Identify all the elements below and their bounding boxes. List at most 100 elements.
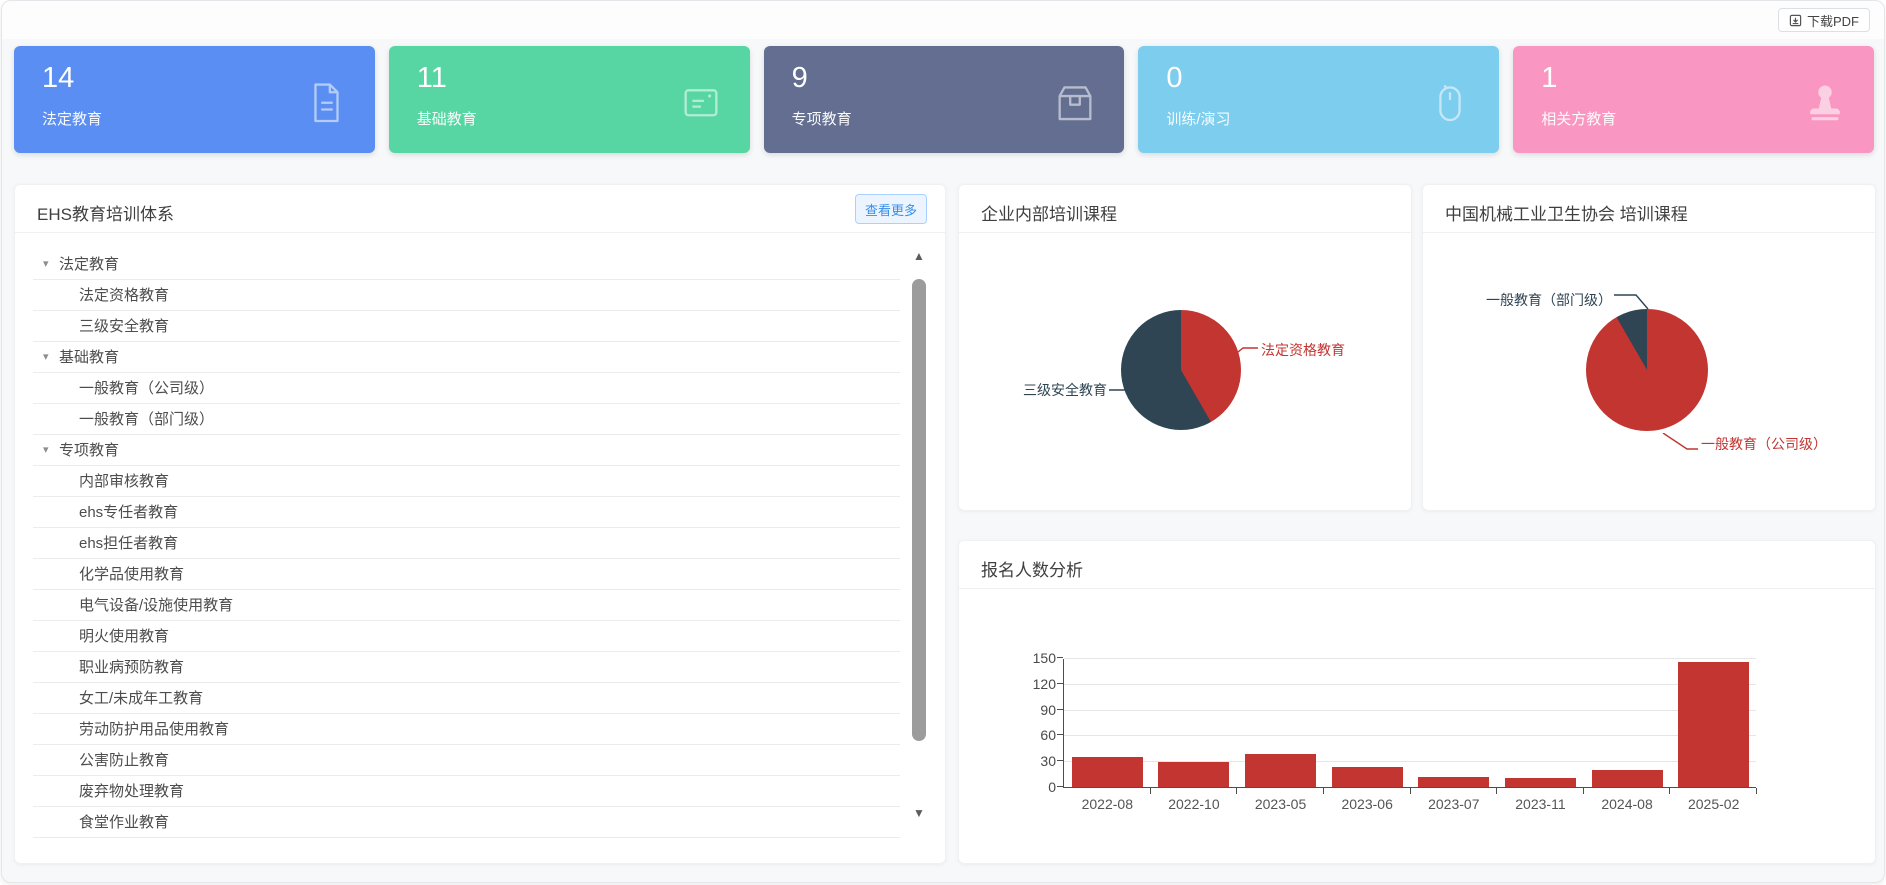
stat-value: 14: [42, 62, 74, 95]
bar-2023-11[interactable]: [1505, 778, 1576, 787]
stat-value: 9: [792, 62, 808, 95]
stat-card-related-party-education[interactable]: 1 相关方教育: [1513, 46, 1874, 153]
message-icon: [678, 79, 724, 125]
pie0-title: 企业内部培训课程: [981, 200, 1117, 225]
pie-chart-internal-training[interactable]: [1121, 310, 1241, 430]
download-pdf-button[interactable]: 下载PDF: [1778, 8, 1870, 32]
tree-item[interactable]: 明火使用教育: [33, 621, 900, 652]
tree-item-label: 职业病预防教育: [79, 659, 184, 676]
tree-item-label: 劳动防护用品使用教育: [79, 721, 229, 738]
tree-item[interactable]: ▾ 基础教育: [33, 342, 900, 373]
tree-item[interactable]: 一般教育（公司级）: [33, 373, 900, 404]
tree-item-label: 法定教育: [59, 256, 119, 273]
enrollment-bar-chart: 03060901201502022-082022-102023-052023-0…: [1063, 659, 1756, 788]
tree-item[interactable]: 化学品使用教育: [33, 559, 900, 590]
ehs-dashboard: 下载PDF 14 法定教育 11 基础教育 9 专项教育 0 训练/演习: [1, 0, 1885, 883]
view-more-button[interactable]: 查看更多: [855, 194, 927, 224]
y-axis-tick-label: 0: [1022, 779, 1056, 795]
pie1-header: 中国机械工业卫生协会 培训课程: [1423, 185, 1875, 233]
tree-item-label: 电气设备/设施使用教育: [79, 597, 233, 614]
tree-item-label: 女工/未成年工教育: [79, 690, 203, 707]
scrollbar-thumb[interactable]: [912, 279, 926, 741]
stat-label: 专项教育: [792, 108, 852, 129]
x-axis-tick-label: 2022-10: [1151, 796, 1238, 812]
tree-item[interactable]: 女工/未成年工教育: [33, 683, 900, 714]
tree-item[interactable]: ehs担任者教育: [33, 528, 900, 559]
tree-item[interactable]: ▾ 法定教育: [33, 249, 900, 280]
pie-label-yiban-bumen: 一般教育（部门级）: [1486, 289, 1650, 311]
tree-item-label: 食堂作业教育: [79, 814, 169, 831]
bar-2022-08[interactable]: [1072, 757, 1143, 787]
tree-item-label: ehs专任者教育: [79, 504, 178, 521]
tree-item-label: 内部审核教育: [79, 473, 169, 490]
y-axis-tick-label: 150: [1022, 650, 1056, 666]
tree-item-label: 一般教育（部门级）: [79, 411, 214, 428]
scroll-down-icon[interactable]: ▼: [911, 806, 927, 820]
stat-card-basic-education[interactable]: 11 基础教育: [389, 46, 750, 153]
tree-item-label: 法定资格教育: [79, 287, 169, 304]
stat-card-special-education[interactable]: 9 专项教育: [764, 46, 1125, 153]
tree-item[interactable]: ehs专任者教育: [33, 497, 900, 528]
stat-card-legal-education[interactable]: 14 法定教育: [14, 46, 375, 153]
tree-item[interactable]: 劳动防护用品使用教育: [33, 714, 900, 745]
bar-2023-05[interactable]: [1245, 754, 1316, 787]
x-axis-tick-label: 2022-08: [1064, 796, 1151, 812]
download-pdf-label: 下载PDF: [1807, 11, 1859, 30]
tree-scrollbar[interactable]: ▲ ▼: [909, 247, 929, 838]
pie-label-sanji-anquan: 三级安全教育: [1023, 380, 1133, 400]
pie-label-yiban-gongsi: 一般教育（公司级）: [1661, 433, 1827, 455]
caret-down-icon[interactable]: ▾: [43, 249, 49, 280]
tree-item-label: 一般教育（公司级）: [79, 380, 214, 397]
caret-down-icon[interactable]: ▾: [43, 342, 49, 373]
tree-item-label: 废弃物处理教育: [79, 783, 184, 800]
association-training-pie-panel: 中国机械工业卫生协会 培训课程 一般教育（部门级） 一般教育（公司级）: [1422, 184, 1876, 511]
tree-item-label: 基础教育: [59, 349, 119, 366]
tree-item-label: ehs担任者教育: [79, 535, 178, 552]
stat-label: 法定教育: [42, 108, 102, 129]
tree-item[interactable]: 一般教育（部门级）: [33, 404, 900, 435]
bar-2022-10[interactable]: [1158, 762, 1229, 787]
tree-item[interactable]: ▾ 专项教育: [33, 435, 900, 466]
tree-panel-header: EHS教育培训体系 查看更多: [15, 185, 945, 233]
stat-label: 相关方教育: [1541, 108, 1616, 129]
internal-training-pie-panel: 企业内部培训课程 三级安全教育 法定资格教育: [958, 184, 1412, 511]
x-axis-tick-label: 2023-06: [1324, 796, 1411, 812]
pie0-chart-area: 三级安全教育 法定资格教育: [959, 233, 1411, 510]
tree-item[interactable]: 食堂作业教育: [33, 807, 900, 838]
package-icon: [1052, 79, 1098, 125]
x-axis-tick-label: 2023-11: [1497, 796, 1584, 812]
document-icon: [303, 79, 349, 125]
scroll-up-icon[interactable]: ▲: [911, 249, 927, 263]
y-axis-tick-label: 30: [1022, 753, 1056, 769]
x-axis-tick-label: 2024-08: [1584, 796, 1671, 812]
bar-2025-02[interactable]: [1678, 662, 1749, 787]
tree-item[interactable]: 电气设备/设施使用教育: [33, 590, 900, 621]
download-icon: [1789, 14, 1802, 27]
x-axis-tick-label: 2025-02: [1670, 796, 1757, 812]
stat-value: 0: [1166, 62, 1182, 95]
pie-chart-association-training[interactable]: [1586, 309, 1708, 431]
tree-item[interactable]: 内部审核教育: [33, 466, 900, 497]
tree-panel-title: EHS教育培训体系: [37, 200, 174, 225]
tree-item[interactable]: 职业病预防教育: [33, 652, 900, 683]
x-axis-tick-label: 2023-05: [1237, 796, 1324, 812]
tree-item-label: 公害防止教育: [79, 752, 169, 769]
stat-label: 基础教育: [417, 108, 477, 129]
enrollment-analysis-panel: 报名人数分析 03060901201502022-082022-102023-0…: [958, 540, 1876, 864]
bar-2023-06[interactable]: [1332, 767, 1403, 787]
tree-item-label: 专项教育: [59, 442, 119, 459]
bar-panel-header: 报名人数分析: [959, 541, 1875, 589]
y-axis-tick-label: 90: [1022, 702, 1056, 718]
tree-item[interactable]: 公害防止教育: [33, 745, 900, 776]
stat-card-training-drill[interactable]: 0 训练/演习: [1138, 46, 1499, 153]
top-bar: 下载PDF: [2, 1, 1884, 39]
tree-item[interactable]: 废弃物处理教育: [33, 776, 900, 807]
y-axis-tick-label: 120: [1022, 676, 1056, 692]
stat-cards-row: 14 法定教育 11 基础教育 9 专项教育 0 训练/演习: [14, 46, 1874, 153]
tree-item-label: 三级安全教育: [79, 318, 169, 335]
tree-item[interactable]: 法定资格教育: [33, 280, 900, 311]
bar-2024-08[interactable]: [1592, 770, 1663, 787]
tree-item[interactable]: 三级安全教育: [33, 311, 900, 342]
bar-2023-07[interactable]: [1418, 777, 1489, 787]
caret-down-icon[interactable]: ▾: [43, 435, 49, 466]
